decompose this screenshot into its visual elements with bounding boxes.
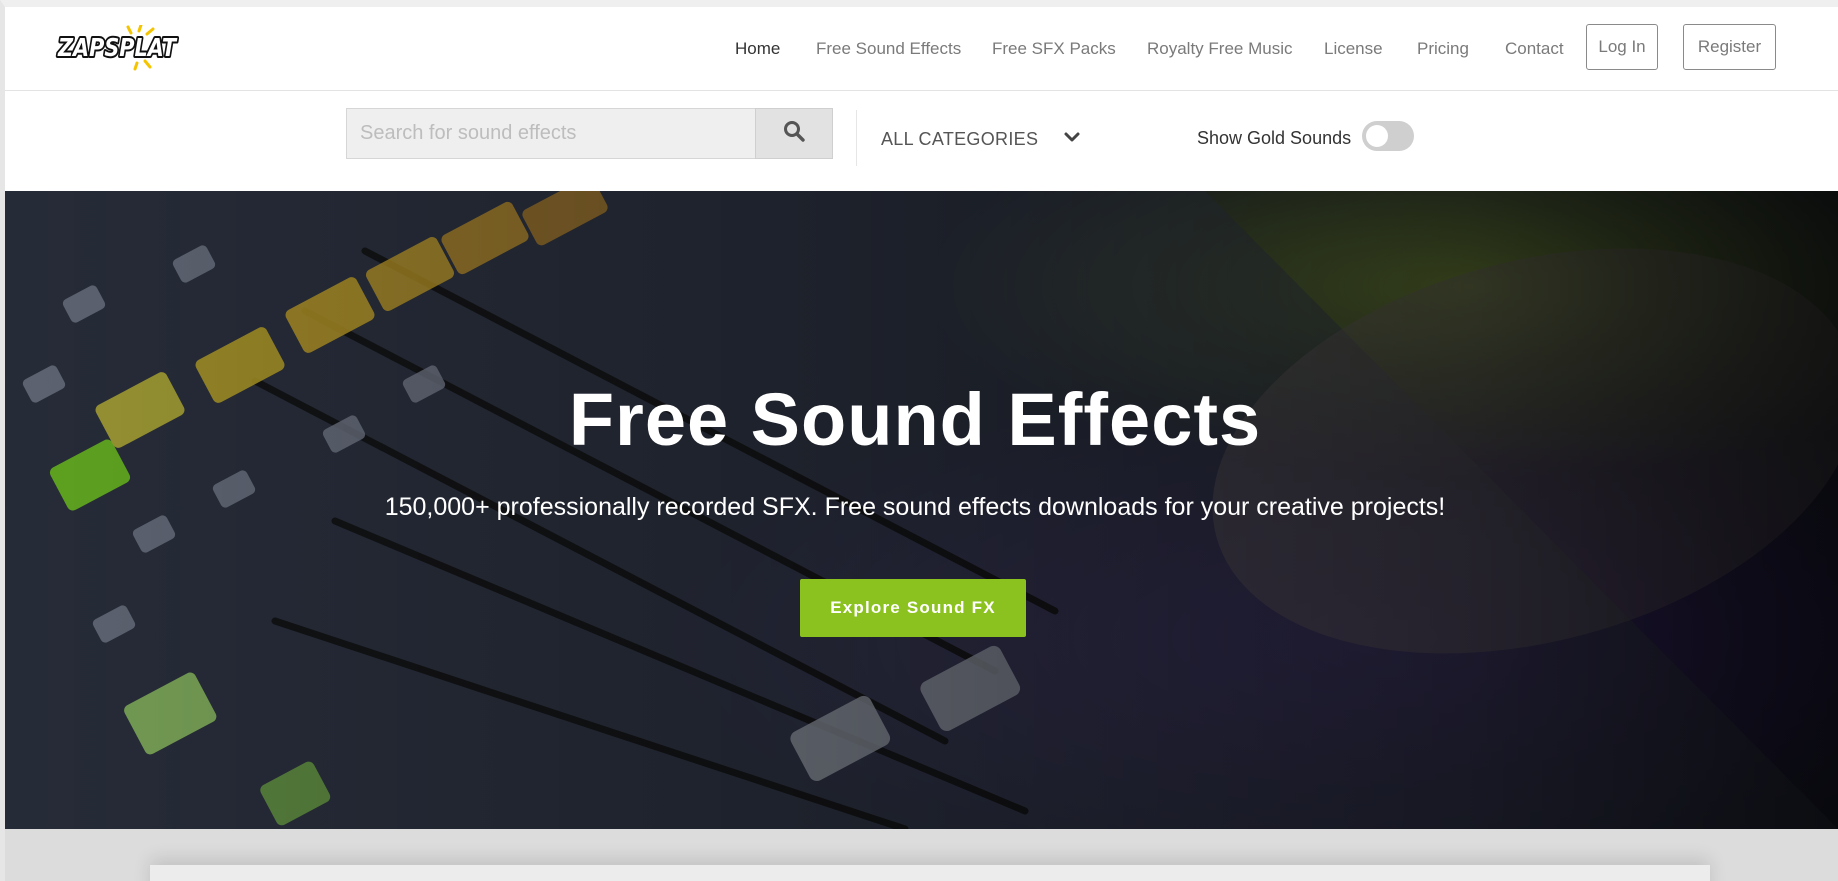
hero-subtitle: 150,000+ professionally recorded SFX. Fr… [384,493,1446,521]
toggle-knob [1366,125,1388,147]
category-select-value: ALL CATEGORIES [881,128,1039,149]
top-navbar: ZAPSPLAT Home Free Sound Effects Free SF… [5,7,1838,91]
hero-banner: Free Sound Effects 150,000+ professional… [5,191,1838,829]
gold-sounds-toggle[interactable] [1362,121,1414,151]
explore-sound-fx-button[interactable]: Explore Sound FX [800,579,1026,637]
nav-license[interactable]: License [1324,39,1383,59]
nav-contact[interactable]: Contact [1505,39,1564,59]
login-button[interactable]: Log In [1586,24,1658,70]
chevron-down-icon [1063,131,1081,150]
search-bar: ALL CATEGORIES Show Gold Sounds [5,91,1838,191]
register-button[interactable]: Register [1683,24,1776,70]
page: ZAPSPLAT Home Free Sound Effects Free SF… [0,0,1838,881]
main-nav: Home Free Sound Effects Free SFX Packs R… [5,7,1838,91]
search-icon [783,120,805,147]
search-input[interactable] [346,108,756,159]
hero-title: Free Sound Effects [568,378,1262,461]
gold-sounds-label: Show Gold Sounds [1197,128,1352,148]
content-section [5,829,1838,881]
content-card [150,865,1710,881]
search-divider [856,110,857,166]
nav-free-sound-effects[interactable]: Free Sound Effects [816,39,961,59]
search-button[interactable] [755,108,833,159]
nav-free-sfx-packs[interactable]: Free SFX Packs [992,39,1116,59]
nav-home[interactable]: Home [735,39,780,59]
nav-royalty-free-music[interactable]: Royalty Free Music [1147,39,1292,59]
category-select[interactable]: ALL CATEGORIES [881,126,1080,152]
nav-pricing[interactable]: Pricing [1417,39,1469,59]
